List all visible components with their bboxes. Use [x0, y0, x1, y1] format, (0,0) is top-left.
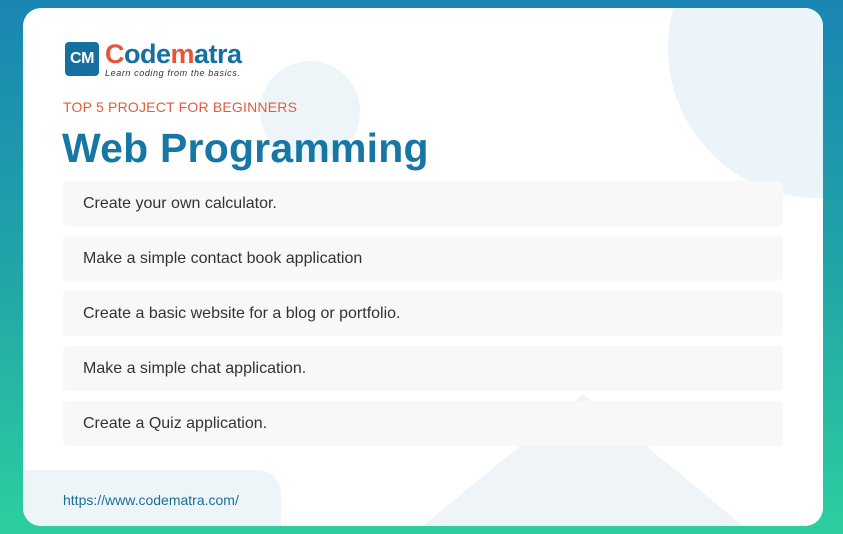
logo-tagline: Learn coding from the basics. [105, 68, 241, 78]
logo-mark-icon: CM [65, 42, 99, 76]
decorative-circle-large [668, 8, 823, 198]
project-item: Make a simple chat application. [63, 346, 783, 391]
promo-card: CM Codematra Learn coding from the basic… [23, 8, 823, 526]
project-item: Create a basic website for a blog or por… [63, 291, 783, 336]
logo-name: Codematra [105, 40, 242, 68]
project-item: Make a simple contact book application [63, 236, 783, 281]
project-list: Create your own calculator. Make a simpl… [63, 181, 783, 456]
logo-name-part: atra [194, 39, 242, 69]
eyebrow-label: TOP 5 PROJECT FOR BEGINNERS [63, 99, 298, 115]
logo-name-part: C [105, 39, 125, 69]
logo-name-part: m [170, 39, 195, 69]
page-title: Web Programming [62, 125, 429, 171]
logo-name-part: ode [124, 39, 171, 69]
project-item: Create your own calculator. [63, 181, 783, 226]
logo-wordmark: Codematra Learn coding from the basics. [105, 40, 242, 78]
codematra-logo: CM Codematra Learn coding from the basic… [65, 40, 242, 78]
website-link[interactable]: https://www.codematra.com/ [63, 492, 239, 508]
project-item: Create a Quiz application. [63, 401, 783, 446]
